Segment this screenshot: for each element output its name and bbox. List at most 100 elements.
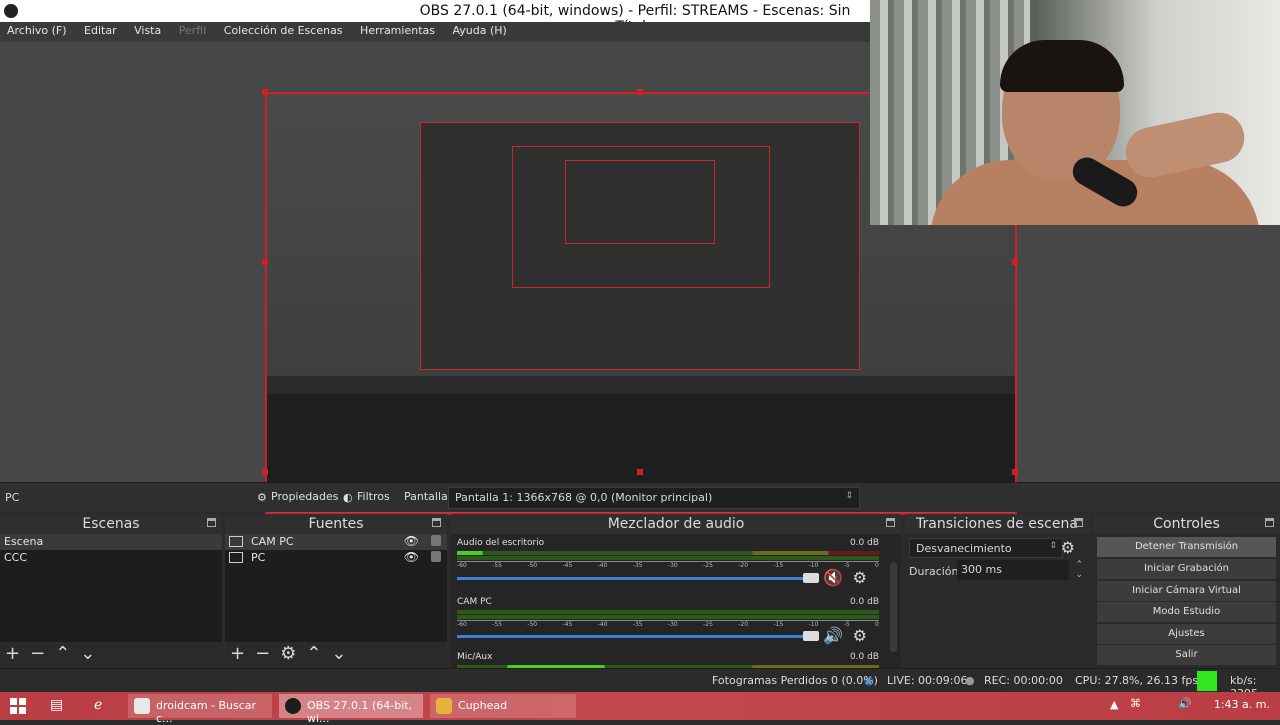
start-virtual-camera-button[interactable]: Iniciar Cámara Virtual (1097, 581, 1276, 601)
taskbar-item-cuphead[interactable]: Cuphead (430, 694, 576, 718)
taskbar: ▤ ℯ droidcam - Buscar c... OBS 27.0.1 (6… (0, 692, 1280, 725)
settings-button[interactable]: Ajustes (1097, 624, 1276, 644)
lock-icon[interactable] (431, 551, 441, 562)
rec-time: REC: 00:00:00 (984, 674, 1063, 687)
resize-handle[interactable] (637, 89, 643, 95)
float-icon[interactable] (207, 518, 216, 527)
channel-name: Audio del escritorio (457, 538, 545, 548)
channel-name: CAM PC (457, 597, 492, 607)
network-icon[interactable]: ⌘ (1130, 697, 1141, 710)
source-toolbar: PC ⚙ Propiedades ◐ Filtros Pantalla Pantal… (0, 482, 1280, 512)
camera-icon (229, 536, 243, 547)
stepper-icon[interactable]: ⌃ ⌄ (1075, 560, 1083, 580)
rec-icon: ● (965, 674, 975, 687)
remove-icon[interactable]: − (255, 644, 270, 664)
mixer-scrollbar[interactable] (890, 562, 897, 652)
float-icon[interactable] (432, 518, 441, 527)
menu-perfil: Perfil (178, 24, 207, 37)
resize-handle[interactable] (262, 469, 268, 475)
duration-input[interactable]: 300 ms (957, 560, 1069, 580)
properties-button[interactable]: ⚙ Propiedades (257, 490, 338, 504)
float-icon[interactable] (1074, 518, 1083, 527)
move-up-icon[interactable]: ⌃ (55, 644, 70, 664)
gear-icon[interactable]: ⚙ (853, 568, 867, 587)
gear-icon[interactable]: ⚙ (1061, 538, 1075, 557)
mixer-title: Mezclador de audio (607, 516, 745, 532)
internet-explorer-icon[interactable]: ℯ (94, 697, 102, 713)
mixer-dock: Mezclador de audio Audio del escritorio … (451, 514, 901, 669)
chevron-updown-icon: ⇕ (1049, 541, 1057, 551)
menu-vista[interactable]: Vista (127, 22, 168, 39)
add-icon[interactable]: + (230, 644, 245, 664)
resize-handle[interactable] (262, 89, 268, 95)
menu-editar[interactable]: Editar (77, 22, 124, 39)
exit-button[interactable]: Salir (1097, 645, 1276, 665)
stream-health-indicator (1197, 671, 1217, 691)
channel-db: 0.0 dB (849, 538, 879, 548)
scenes-list[interactable]: Escena CCC (0, 534, 222, 642)
menu-herramientas[interactable]: Herramientas (353, 22, 442, 39)
move-up-icon[interactable]: ⌃ (306, 644, 321, 664)
tray-up-icon[interactable]: ▲ (1110, 698, 1118, 711)
studio-mode-button[interactable]: Modo Estudio (1097, 602, 1276, 622)
level-meter (457, 551, 879, 555)
lock-icon[interactable] (431, 535, 441, 546)
chevron-updown-icon: ⇕ (845, 491, 853, 501)
remove-icon[interactable]: − (30, 644, 45, 664)
windows-start-icon[interactable] (10, 698, 26, 714)
volume-slider[interactable] (457, 631, 819, 641)
speaker-icon[interactable]: 🔊 (823, 626, 843, 645)
dropped-frames: Fotogramas Perdidos 0 (0.0%) (712, 674, 878, 687)
speaker-muted-icon[interactable]: 🔇 (823, 568, 843, 587)
scene-item[interactable]: Escena (0, 534, 222, 550)
file-explorer-icon[interactable]: ▤ (50, 697, 63, 713)
channel-db: 0.0 dB (849, 597, 879, 607)
resize-handle[interactable] (1012, 259, 1018, 265)
resize-handle[interactable] (262, 259, 268, 265)
taskbar-item-obs[interactable]: OBS 27.0.1 (64-bit, wi... (279, 694, 423, 725)
volume-icon[interactable]: 🔊 (1178, 697, 1192, 710)
sources-dock: Fuentes CAM PC 👁 PC 👁 + − ⚙ ⌃ ⌄ (225, 514, 447, 668)
eye-icon[interactable]: 👁 (404, 534, 419, 548)
volume-slider[interactable] (457, 573, 819, 583)
stop-streaming-button[interactable]: Detener Transmisión (1097, 537, 1276, 557)
sources-title: Fuentes (308, 516, 364, 532)
source-item[interactable]: CAM PC 👁 (225, 534, 447, 550)
move-down-icon[interactable]: ⌄ (80, 644, 95, 664)
start-recording-button[interactable]: Iniciar Grabación (1097, 559, 1276, 579)
float-icon[interactable] (886, 518, 895, 527)
display-select[interactable]: Pantalla 1: 1366x768 @ 0,0 (Monitor prin… (448, 487, 860, 509)
menu-archivo[interactable]: Archivo (F) (0, 22, 74, 39)
move-down-icon[interactable]: ⌄ (331, 644, 346, 664)
sources-list[interactable]: CAM PC 👁 PC 👁 (225, 534, 447, 642)
meter-ticks: -60 -55 -50 -45 -40 -35 -30 -25 -20 -15 -10 -5 0 (457, 561, 879, 569)
transitions-title: Transiciones de escena (916, 516, 1078, 532)
mixer-channel: CAM PC 0.0 dB -60 -55 -50 -45 -40 -35 -30 -25 -2… (455, 597, 883, 653)
resize-handle[interactable] (637, 469, 643, 475)
float-icon[interactable] (1265, 518, 1274, 527)
gear-icon[interactable]: ⚙ (853, 626, 867, 645)
cuphead-icon (436, 698, 452, 714)
meter-ticks: -60 -55 -50 -45 -40 -35 -30 -25 -20 -15 -10 -5 0 (457, 620, 879, 628)
slider-knob[interactable] (803, 631, 819, 641)
display-label: Pantalla (404, 490, 448, 503)
mixer-channel: Audio del escritorio 0.0 dB -60 -55 -50 -45… (455, 538, 883, 594)
level-meter (457, 615, 879, 619)
menu-coleccion-escenas[interactable]: Colección de Escenas (217, 22, 350, 39)
mixer-body: Audio del escritorio 0.0 dB -60 -55 -50 -45… (451, 534, 901, 669)
filters-button[interactable]: ◐ Filtros (343, 490, 390, 504)
taskbar-item-droidcam[interactable]: droidcam - Buscar c... (128, 694, 272, 725)
eye-icon[interactable]: 👁 (404, 550, 419, 564)
add-icon[interactable]: + (5, 644, 20, 664)
slider-knob[interactable] (803, 573, 819, 583)
gear-icon[interactable]: ⚙ (280, 644, 296, 664)
controls-dock: Controles Detener Transmisión Iniciar Gr… (1093, 514, 1280, 668)
chrome-icon (134, 698, 150, 714)
transition-select[interactable]: Desvanecimiento ⇕ (909, 538, 1063, 558)
scene-item[interactable]: CCC (0, 550, 222, 566)
channel-db: 0.0 dB (849, 652, 879, 662)
menu-ayuda[interactable]: Ayuda (H) (445, 22, 513, 39)
clock[interactable]: 1:43 a. m. (1214, 698, 1270, 711)
resize-handle[interactable] (1012, 469, 1018, 475)
source-item[interactable]: PC 👁 (225, 550, 447, 566)
